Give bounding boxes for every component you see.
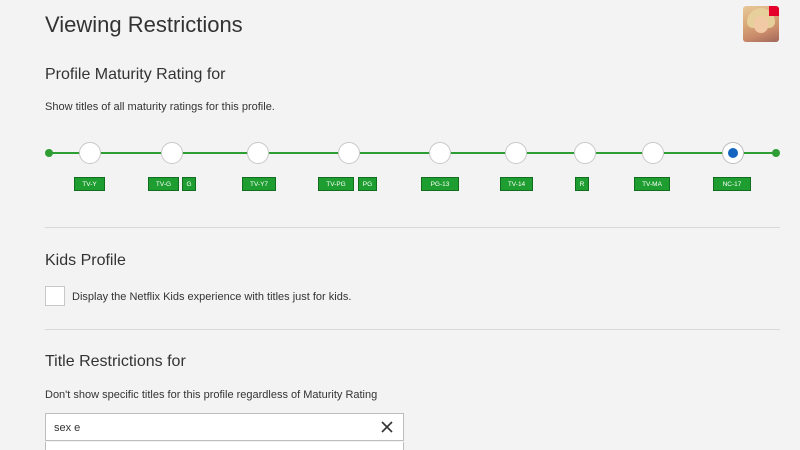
page-title: Viewing Restrictions bbox=[45, 12, 243, 37]
divider bbox=[45, 227, 780, 228]
avatar-badge bbox=[769, 6, 779, 16]
profile-avatar[interactable] bbox=[743, 6, 779, 42]
rating-level-node[interactable] bbox=[505, 142, 527, 164]
title-search-box[interactable] bbox=[45, 413, 404, 441]
rating-level-node[interactable] bbox=[338, 142, 360, 164]
rating-badge: TV-G bbox=[148, 177, 179, 191]
rating-badge: R bbox=[575, 177, 589, 191]
rating-badge: PG-13 bbox=[421, 177, 459, 191]
title-restrictions-description: Don't show specific titles for this prof… bbox=[45, 389, 378, 401]
maturity-description: Show titles of all maturity ratings for … bbox=[45, 101, 275, 113]
rating-level-node[interactable] bbox=[722, 142, 744, 164]
rating-badge: TV-Y bbox=[74, 177, 105, 191]
slider-end-dot bbox=[772, 149, 780, 157]
rating-badge: PG bbox=[358, 177, 377, 191]
rating-badge: TV-MA bbox=[634, 177, 670, 191]
kids-profile-label: Display the Netflix Kids experience with… bbox=[72, 291, 352, 303]
rating-level-node[interactable] bbox=[574, 142, 596, 164]
avatar-face bbox=[754, 16, 768, 33]
kids-profile-heading: Kids Profile bbox=[45, 252, 126, 269]
slider-start-dot bbox=[45, 149, 53, 157]
rating-level-node[interactable] bbox=[79, 142, 101, 164]
rating-level-node[interactable] bbox=[642, 142, 664, 164]
rating-level-node[interactable] bbox=[247, 142, 269, 164]
title-restrictions-heading: Title Restrictions for bbox=[45, 353, 186, 370]
rating-badge: TV-14 bbox=[500, 177, 533, 191]
divider bbox=[45, 329, 780, 330]
rating-badge: TV-PG bbox=[318, 177, 354, 191]
rating-badge: G bbox=[182, 177, 196, 191]
maturity-heading: Profile Maturity Rating for bbox=[45, 66, 226, 83]
rating-level-node[interactable] bbox=[161, 142, 183, 164]
title-search-input[interactable] bbox=[54, 419, 354, 437]
slider-track bbox=[49, 152, 776, 154]
close-icon[interactable] bbox=[379, 419, 395, 435]
kids-profile-checkbox[interactable] bbox=[45, 286, 65, 306]
rating-level-node[interactable] bbox=[429, 142, 451, 164]
maturity-rating-slider[interactable]: TV-Y TV-G G TV-Y7 TV-PG PG PG-13 TV-14 R TV-MA NC-… bbox=[45, 140, 780, 196]
rating-badge: NC-17 bbox=[713, 177, 751, 191]
search-suggestions-dropdown bbox=[45, 442, 404, 450]
rating-badge: TV-Y7 bbox=[242, 177, 276, 191]
